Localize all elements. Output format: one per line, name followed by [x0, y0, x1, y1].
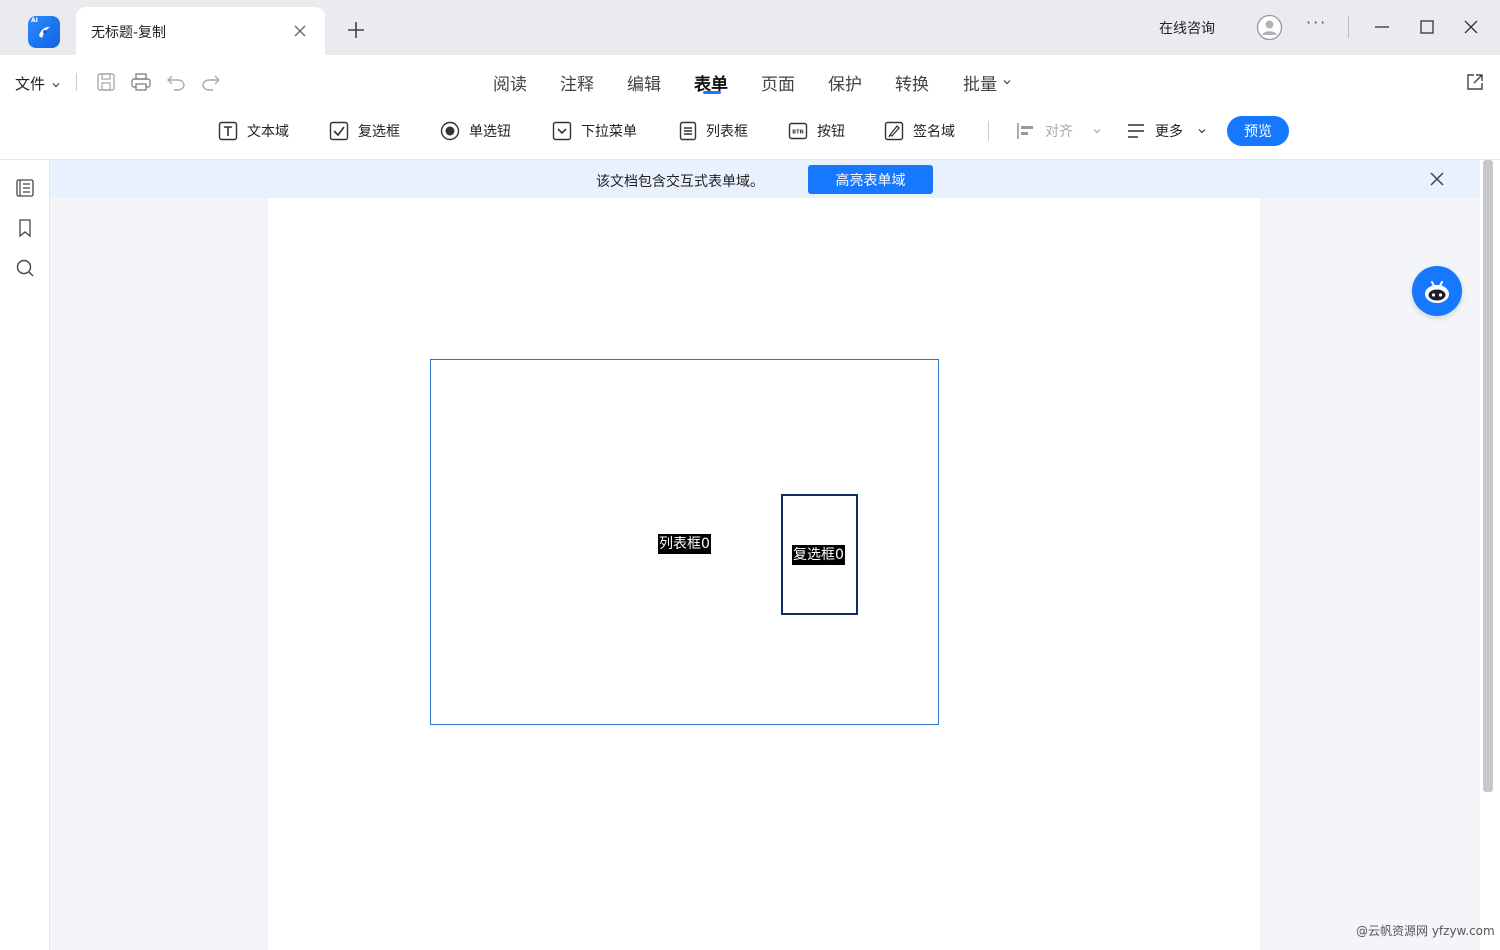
search-icon[interactable] [15, 258, 35, 278]
text-field-tool[interactable]: 文本域 [218, 120, 289, 142]
align-tool[interactable]: 对齐 [1016, 120, 1110, 142]
new-tab-icon[interactable] [343, 17, 369, 43]
left-sidebar [0, 160, 50, 950]
tab-protect[interactable]: 保护 [828, 70, 862, 95]
text-field-icon [218, 121, 238, 141]
divider [76, 73, 77, 91]
window-edge [1494, 160, 1500, 950]
radio-tool[interactable]: 单选钮 [440, 120, 511, 142]
align-left-icon [1017, 123, 1033, 139]
tab-batch-label: 批量 [963, 75, 997, 95]
form-toolbar: 文本域 复选框 单选钮 下拉菜单 列表框 BTN 按钮 签名域 对齐 更多 预览 [0, 105, 1500, 160]
divider [1348, 16, 1349, 38]
svg-text:BTN: BTN [792, 130, 803, 136]
file-menu[interactable]: 文件 [15, 73, 60, 94]
divider [988, 121, 989, 141]
save-icon[interactable] [95, 71, 117, 93]
more-options-icon[interactable]: ··· [1306, 13, 1327, 32]
user-avatar-icon[interactable] [1256, 14, 1283, 41]
document-viewer: 该文档包含交互式表单域。 高亮表单域 列表框0 复选框0 [50, 160, 1480, 950]
online-consult-link[interactable]: 在线咨询 [1159, 18, 1215, 38]
ai-tag: AI [31, 17, 38, 24]
listbox-form-field[interactable]: 列表框0 复选框0 [430, 359, 939, 725]
signature-tool[interactable]: 签名域 [884, 120, 955, 142]
chevron-down-icon [1093, 129, 1101, 134]
redo-icon[interactable] [200, 71, 222, 93]
close-notice-icon[interactable] [1428, 170, 1446, 188]
listbox-label: 列表框 [706, 124, 748, 140]
active-tab-indicator [703, 91, 721, 94]
maximize-icon[interactable] [1414, 14, 1440, 40]
button-icon: BTN [788, 122, 808, 140]
checkbox-form-field[interactable]: 复选框0 [781, 494, 858, 615]
bookmark-icon[interactable] [15, 218, 35, 238]
listbox-icon [679, 121, 697, 141]
button-tool[interactable]: BTN 按钮 [788, 120, 845, 142]
checkbox-label: 复选框 [358, 124, 400, 140]
file-menu-label: 文件 [15, 75, 46, 93]
dropdown-tool[interactable]: 下拉菜单 [552, 120, 637, 142]
title-bar: AI 无标题-复制 在线咨询 ··· [0, 0, 1500, 55]
undo-icon[interactable] [165, 71, 187, 93]
chevron-down-icon [52, 83, 60, 88]
button-label: 按钮 [817, 124, 845, 140]
tab-annotate[interactable]: 注释 [560, 70, 594, 95]
ai-assistant-robot-icon[interactable] [1412, 266, 1462, 316]
watermark: @云帆资源网 yfzyw.com [1356, 924, 1495, 938]
minimize-icon[interactable] [1369, 14, 1395, 40]
open-external-icon[interactable] [1464, 71, 1486, 93]
tab-page[interactable]: 页面 [761, 70, 795, 95]
text-field-label: 文本域 [247, 124, 289, 140]
close-window-icon[interactable] [1458, 14, 1484, 40]
radio-icon [440, 121, 460, 141]
preview-button[interactable]: 预览 [1227, 116, 1289, 146]
close-tab-icon[interactable] [290, 21, 310, 41]
outline-icon[interactable] [15, 178, 35, 198]
more-tool[interactable]: 更多 [1126, 120, 1215, 142]
checkbox-field-label: 复选框0 [792, 545, 845, 565]
app-logo-icon[interactable]: AI [28, 16, 60, 48]
highlight-fields-button[interactable]: 高亮表单域 [808, 165, 933, 194]
chevron-down-icon [1198, 129, 1206, 134]
listbox-field-label: 列表框0 [658, 534, 711, 554]
print-icon[interactable] [130, 71, 152, 93]
tab-convert[interactable]: 转换 [895, 70, 929, 95]
tab-batch[interactable]: 批量 [963, 70, 1011, 95]
tab-title: 无标题-复制 [91, 25, 167, 41]
vertical-scrollbar[interactable] [1483, 160, 1493, 792]
align-label: 对齐 [1045, 124, 1073, 140]
chevron-down-icon [1003, 80, 1011, 85]
more-label: 更多 [1155, 124, 1183, 140]
signature-label: 签名域 [913, 124, 955, 140]
radio-label: 单选钮 [469, 124, 511, 140]
signature-icon [884, 121, 904, 141]
document-tab[interactable]: 无标题-复制 [76, 7, 325, 55]
pdf-page: 列表框0 复选框0 [268, 198, 1260, 950]
form-notice-bar: 该文档包含交互式表单域。 高亮表单域 [50, 160, 1480, 198]
checkbox-tool[interactable]: 复选框 [329, 120, 400, 142]
dropdown-label: 下拉菜单 [581, 124, 637, 140]
tab-read[interactable]: 阅读 [493, 70, 527, 95]
tab-edit[interactable]: 编辑 [627, 70, 661, 95]
checkbox-icon [329, 121, 349, 141]
dropdown-icon [552, 121, 572, 141]
menu-bar: 文件 阅读 注释 编辑 表单 页面 保护 转换 批量 [0, 55, 1500, 105]
listbox-tool[interactable]: 列表框 [679, 120, 748, 142]
menu-lines-icon [1128, 124, 1144, 138]
notice-text: 该文档包含交互式表单域。 [596, 174, 764, 190]
